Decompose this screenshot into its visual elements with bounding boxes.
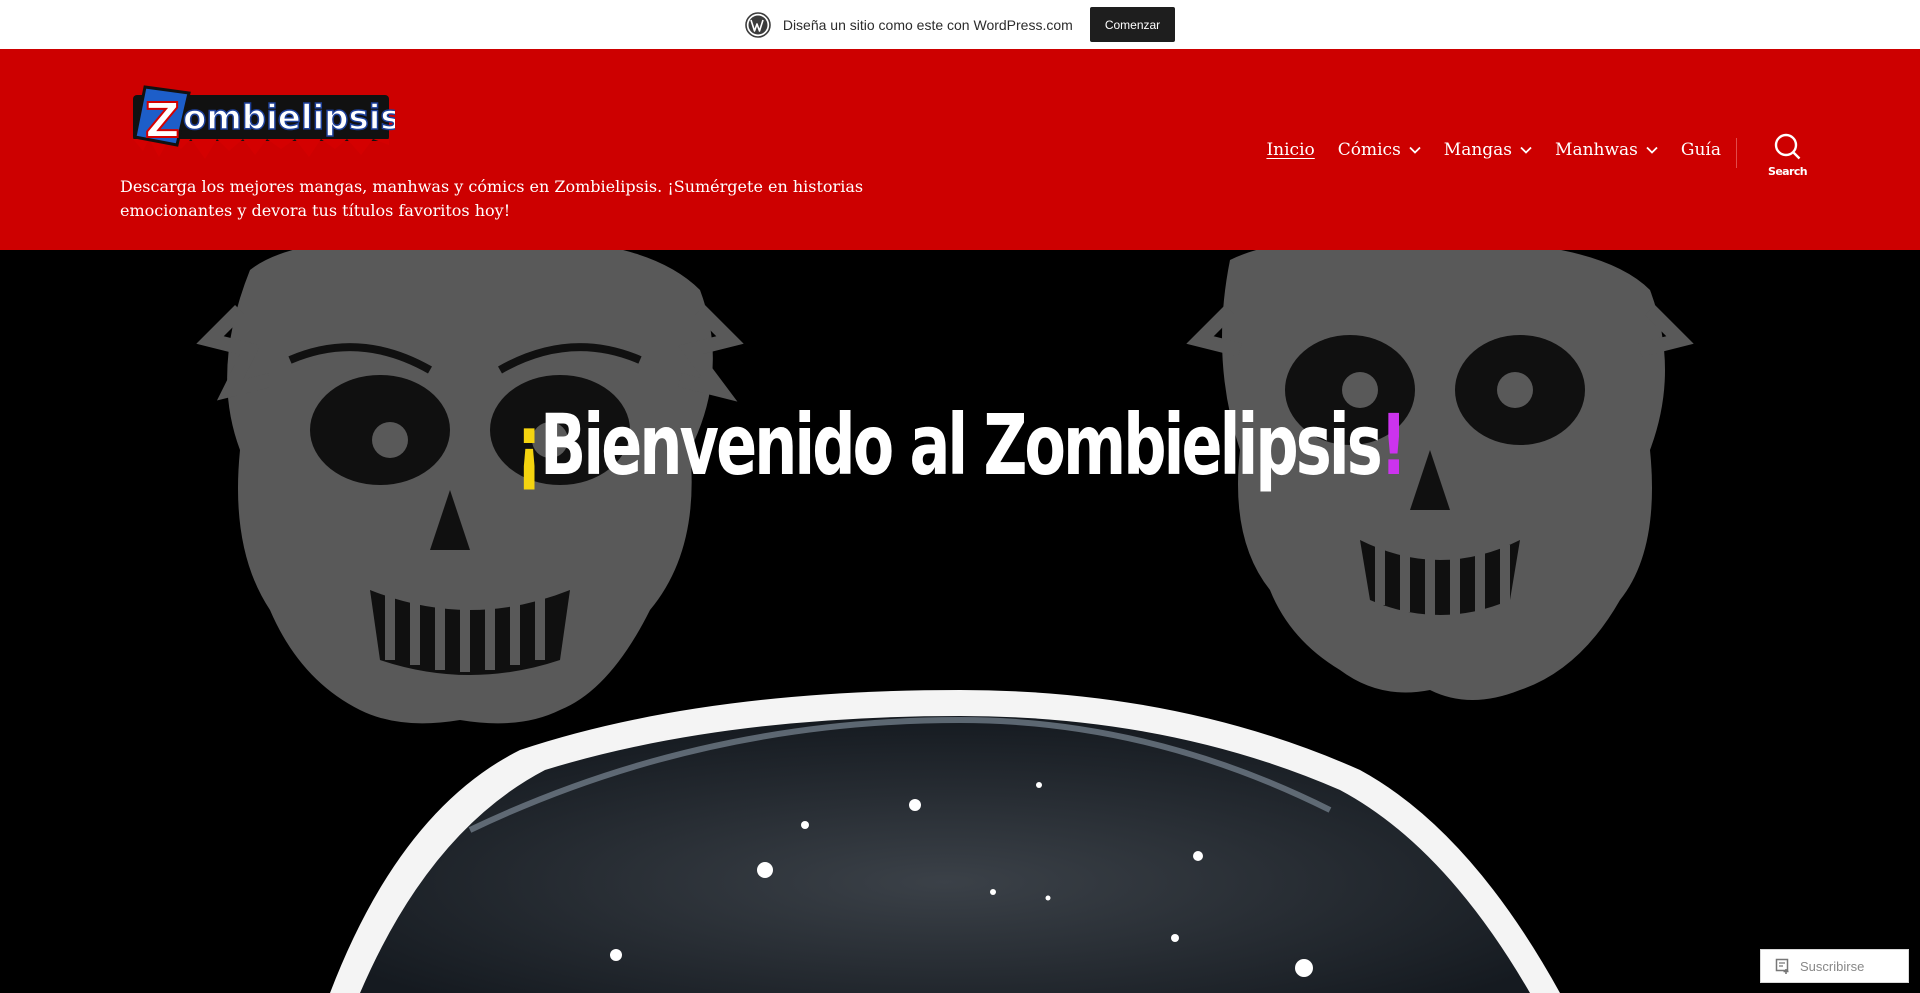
nav-item-manhwas[interactable]: Manhwas [1555, 140, 1658, 160]
nav-label: Cómics [1337, 140, 1401, 160]
hero-title: ¡Bienvenido al Zombielipsis! [269, 395, 1651, 495]
title-close-exclamation: ! [1379, 396, 1408, 494]
wordpress-promo-bar: Diseña un sitio como este con WordPress.… [0, 0, 1920, 49]
svg-text:Z: Z [145, 93, 180, 149]
nav-item-guia[interactable]: Guía [1681, 140, 1721, 160]
nav-item-comics[interactable]: Cómics [1338, 140, 1421, 160]
nav-item-inicio[interactable]: Inicio [1266, 140, 1314, 160]
wordpress-logo-icon [745, 11, 771, 38]
planet-shape [330, 690, 1560, 993]
promo-content: Diseña un sitio como este con WordPress.… [745, 7, 1176, 42]
hero-background-image [196, 250, 1694, 993]
title-open-exclamation: ¡ [515, 396, 543, 494]
nav-item-mangas[interactable]: Mangas [1444, 140, 1532, 160]
title-main-text: Bienvenido al Zombielipsis [540, 396, 1383, 494]
promo-text: Diseña un sitio como este con WordPress.… [782, 16, 1073, 33]
primary-nav: Inicio Cómics Mangas Manhwas Guía [1266, 140, 1721, 160]
nav-label: Inicio [1266, 140, 1315, 160]
subscribe-button[interactable]: Suscribirse [1760, 949, 1909, 983]
start-button[interactable]: Comenzar [1089, 7, 1176, 42]
hero-cover: ¡Bienvenido al Zombielipsis! [0, 250, 1920, 993]
site-header: Z ombielipsis Descarga los mejores manga… [0, 49, 1920, 250]
nav-label: Manhwas [1555, 140, 1638, 160]
search-toggle-button[interactable]: Search [1760, 133, 1815, 193]
search-icon [1774, 133, 1801, 160]
site-tagline: Descarga los mejores mangas, manhwas y c… [120, 177, 864, 220]
nav-label: Guía [1680, 140, 1721, 160]
chevron-down-icon[interactable] [1409, 146, 1421, 154]
svg-text:ombielipsis: ombielipsis [183, 98, 395, 138]
nav-divider [1736, 138, 1737, 168]
subscribe-label: Suscribirse [1800, 958, 1865, 974]
nav-label: Mangas [1443, 140, 1513, 160]
chevron-down-icon[interactable] [1646, 146, 1658, 154]
search-label: Search [1768, 165, 1808, 178]
reader-subscribe-icon [1775, 958, 1789, 974]
chevron-down-icon[interactable] [1520, 146, 1532, 154]
site-logo[interactable]: Z ombielipsis [125, 79, 395, 167]
